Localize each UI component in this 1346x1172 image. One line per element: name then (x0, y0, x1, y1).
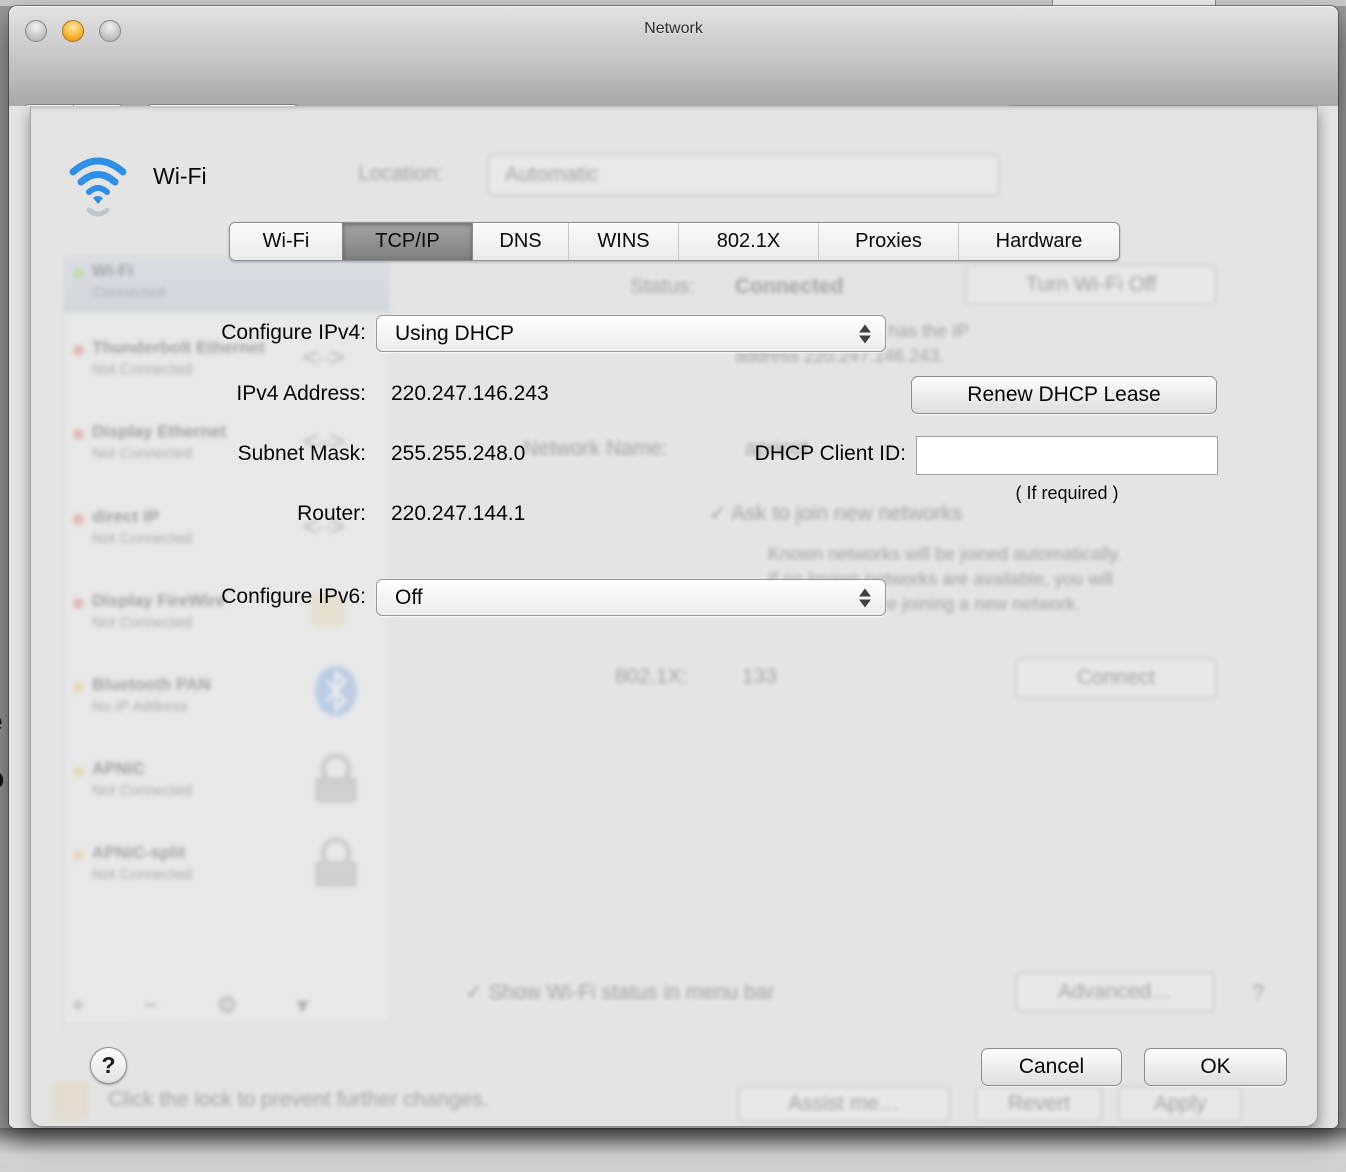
cancel-button[interactable]: Cancel (981, 1048, 1122, 1086)
configure-ipv6-label: Configure IPv6: (26, 585, 366, 609)
dhcp-client-id-hint: ( If required ) (916, 483, 1218, 504)
subnet-mask-label: Subnet Mask: (26, 442, 366, 466)
configure-ipv4-label: Configure IPv4: (26, 321, 366, 345)
router-value: 220.247.144.1 (391, 502, 525, 526)
traffic-lights (25, 20, 121, 42)
configure-ipv6-value: Off (395, 586, 423, 610)
subnet-mask-value: 255.255.248.0 (391, 442, 525, 466)
ipv4-address-value: 220.247.146.243 (391, 382, 549, 406)
background-text-fragment: o (0, 762, 9, 802)
tab-bar: Wi-Fi TCP/IP DNS WINS 802.1X Proxies Har… (229, 222, 1120, 261)
tab-dns[interactable]: DNS (472, 223, 568, 260)
ok-button[interactable]: OK (1144, 1048, 1287, 1086)
network-preferences-window: Network ◀ ▶ Show All Location: Automa (9, 6, 1338, 1128)
tab-tcpip[interactable]: TCP/IP (342, 223, 472, 260)
dhcp-client-id-field[interactable] (916, 436, 1218, 475)
titlebar: Network (9, 6, 1338, 55)
configure-ipv4-select[interactable]: Using DHCP (376, 315, 886, 352)
tab-wins[interactable]: WINS (568, 223, 678, 260)
tab-wifi[interactable]: Wi-Fi (230, 223, 342, 260)
background-desktop-strip: ▼Recent Documents (0, 1128, 1346, 1172)
close-button[interactable] (25, 20, 47, 42)
wifi-service-icon (67, 148, 129, 218)
window-title: Network (644, 20, 703, 38)
stepper-arrows-icon (859, 588, 871, 607)
router-label: Router: (26, 502, 366, 526)
ipv4-address-label: IPv4 Address: (26, 382, 366, 406)
dhcp-client-id-input[interactable] (917, 437, 1217, 474)
dhcp-client-id-label: DHCP Client ID: (566, 442, 906, 466)
configure-ipv6-select[interactable]: Off (376, 579, 886, 616)
configure-ipv4-value: Using DHCP (395, 322, 514, 346)
screen: e o ▼Recent Documents Network ◀ ▶ Show A… (0, 0, 1346, 1172)
renew-dhcp-lease-button[interactable]: Renew DHCP Lease (911, 376, 1217, 414)
background-text-fragment: e (0, 705, 9, 745)
window-content: Location: Automatic Wi-Fi Connected Thun… (9, 106, 1338, 1128)
advanced-settings-sheet: Wi-Fi Wi-Fi TCP/IP DNS WINS 802.1X Proxi… (30, 106, 1318, 1127)
tab-8021x[interactable]: 802.1X (678, 223, 818, 260)
tab-hardware[interactable]: Hardware (958, 223, 1119, 260)
toolbar: ◀ ▶ Show All (9, 55, 1338, 107)
tab-proxies[interactable]: Proxies (818, 223, 958, 260)
minimize-button[interactable] (62, 20, 84, 42)
sheet-help-button[interactable]: ? (90, 1047, 127, 1084)
stepper-arrows-icon (859, 324, 871, 343)
zoom-button[interactable] (99, 20, 121, 42)
service-title: Wi-Fi (153, 163, 207, 190)
